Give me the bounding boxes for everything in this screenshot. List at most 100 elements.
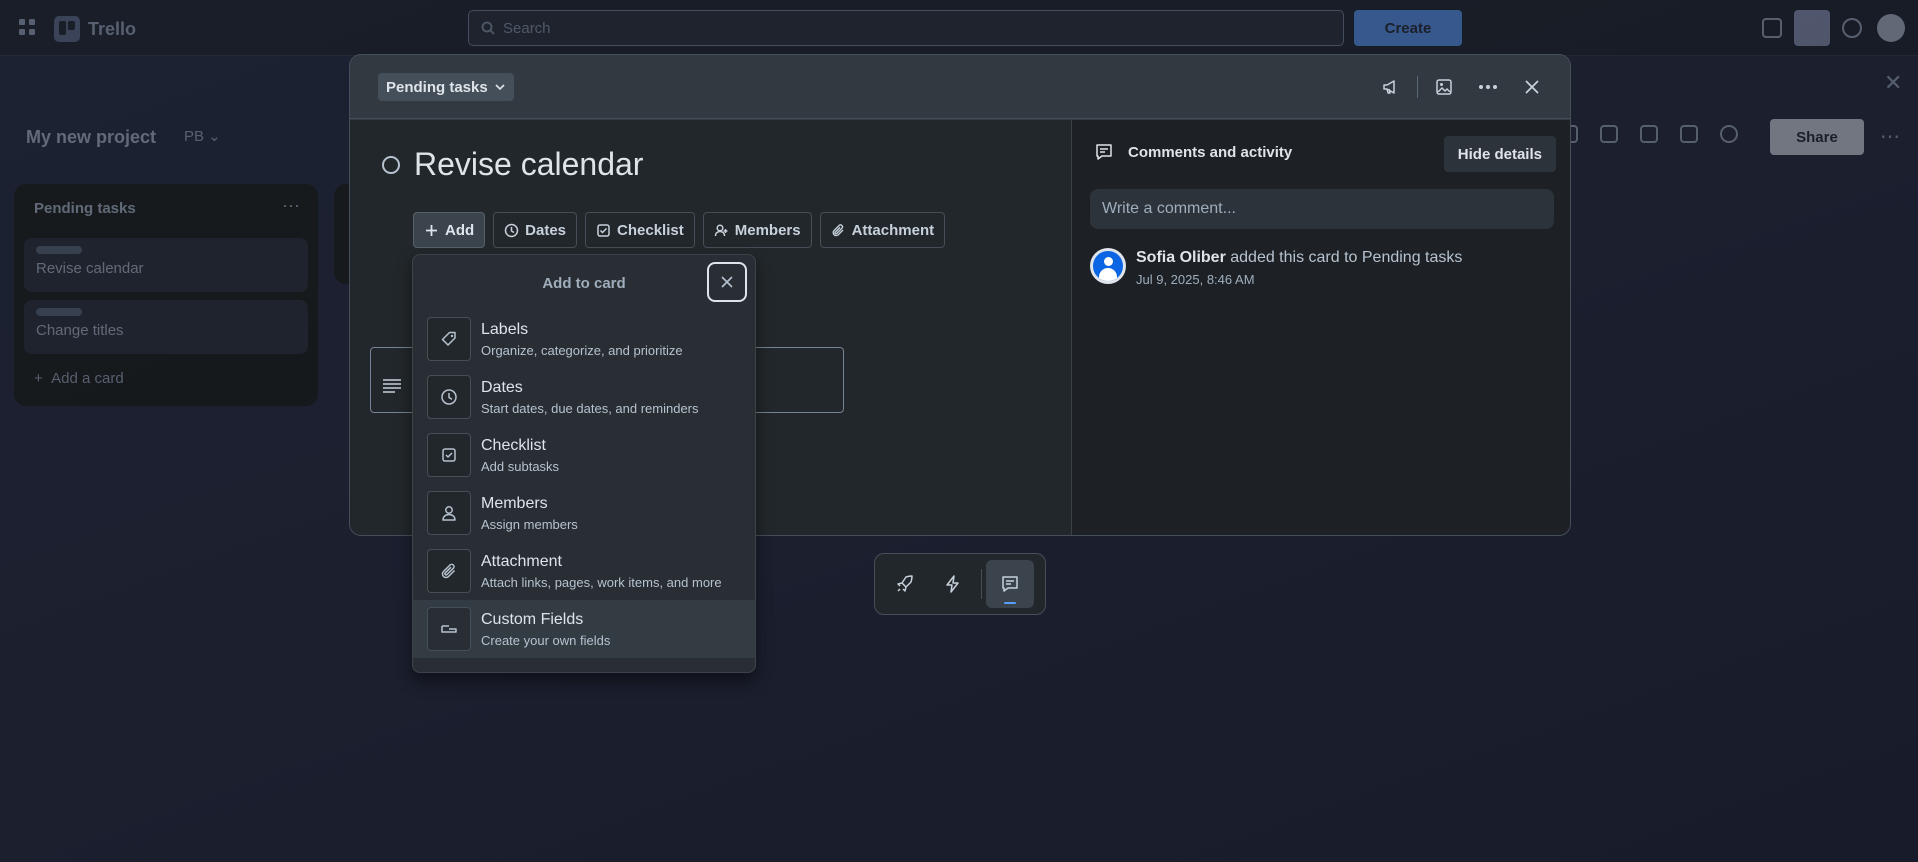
modal-header: Pending tasks <box>350 55 1570 119</box>
app-name: Trello <box>88 18 137 39</box>
option-description: Attach links, pages, work items, and mor… <box>481 574 722 590</box>
card-label-bar <box>36 246 82 254</box>
header-divider <box>1417 76 1418 98</box>
list-selector[interactable]: Pending tasks <box>378 73 514 101</box>
tag-icon <box>427 317 471 361</box>
card-actions: Add Dates Checklist Members Attachment <box>413 212 946 248</box>
clock-icon <box>504 223 519 237</box>
attachment-button[interactable]: Attachment <box>819 212 946 248</box>
search-placeholder: Search <box>503 19 551 37</box>
close-icon <box>721 276 733 288</box>
cover-image-icon[interactable] <box>1430 73 1458 101</box>
paperclip-icon <box>427 549 471 593</box>
option-description: Organize, categorize, and prioritize <box>481 342 683 358</box>
automation-button[interactable] <box>929 560 977 608</box>
lightning-icon <box>946 575 959 593</box>
share-button[interactable]: Share <box>1770 119 1864 155</box>
plus-icon <box>426 224 437 236</box>
trello-logo-icon <box>54 16 80 42</box>
clock-icon <box>427 375 471 419</box>
option-name: Attachment <box>481 552 562 570</box>
activity-user[interactable]: Sofia Oliber <box>1136 249 1226 266</box>
add-members-option[interactable]: Members Assign members <box>413 484 755 542</box>
search-icon <box>481 21 495 35</box>
list-more-icon[interactable]: ⋯ <box>282 196 300 217</box>
add-button-label: Add <box>445 221 475 239</box>
board-more-icon[interactable]: ⋯ <box>1880 124 1900 149</box>
comments-heading-label: Comments and activity <box>1128 143 1293 161</box>
more-options-icon[interactable] <box>1474 73 1502 101</box>
visibility-icon[interactable] <box>1720 125 1738 143</box>
comment-icon <box>1002 576 1018 592</box>
add-checklist-option[interactable]: Checklist Add subtasks <box>413 426 755 484</box>
hide-details-button[interactable]: Hide details <box>1443 136 1556 172</box>
power-ups-button[interactable] <box>881 560 929 608</box>
board-view-switcher[interactable]: PB ⌄ <box>184 127 221 145</box>
option-name: Checklist <box>481 436 546 454</box>
toolbar-divider <box>981 569 982 599</box>
add-custom-fields-option[interactable]: Custom Fields Create your own fields <box>413 600 755 658</box>
star-icon[interactable] <box>1680 125 1698 143</box>
add-attachment-option[interactable]: Attachment Attach links, pages, work ite… <box>413 542 755 600</box>
comments-toggle-button[interactable] <box>986 560 1034 608</box>
board-view-label: PB <box>184 128 205 145</box>
option-description: Create your own fields <box>481 632 611 648</box>
dates-button[interactable]: Dates <box>493 212 578 248</box>
list-card-title: Change titles <box>36 322 124 339</box>
share-label: Share <box>1796 128 1838 146</box>
megaphone-icon[interactable] <box>1377 73 1405 101</box>
mark-complete-checkbox[interactable] <box>382 156 400 174</box>
person-icon <box>427 491 471 535</box>
close-modal-icon[interactable] <box>1518 73 1546 101</box>
comment-icon <box>1096 144 1112 160</box>
search-input[interactable]: Search <box>468 10 1344 46</box>
list-pending-tasks: Pending tasks ⋯ Revise calendar Change t… <box>14 184 318 406</box>
banner-close-icon[interactable]: ✕ <box>1884 70 1902 96</box>
workspace-avatar[interactable] <box>1794 10 1830 46</box>
chevron-down-icon <box>495 84 505 91</box>
add-labels-option[interactable]: Labels Organize, categorize, and priorit… <box>413 310 755 368</box>
custom-field-icon <box>427 607 471 651</box>
activity-action: added this card to Pending tasks <box>1225 249 1463 266</box>
checklist-button-label: Checklist <box>617 221 684 239</box>
option-description: Add subtasks <box>481 458 560 474</box>
floating-toolbar <box>874 553 1046 615</box>
option-description: Start dates, due dates, and reminders <box>481 400 699 416</box>
help-icon[interactable] <box>1842 18 1862 38</box>
option-name: Dates <box>481 378 523 396</box>
comment-input[interactable]: Write a comment... <box>1090 189 1554 229</box>
comments-panel: Comments and activity Hide details Write… <box>1071 120 1570 535</box>
add-card-button[interactable]: + Add a card <box>34 370 124 387</box>
avatar[interactable] <box>1090 248 1126 284</box>
top-navigation-bar: Trello Search Create <box>0 0 1918 56</box>
add-card-label: Add a card <box>51 370 124 387</box>
list-card[interactable]: Change titles <box>24 300 308 354</box>
app-switcher-icon[interactable] <box>18 18 36 36</box>
add-to-card-popover: Add to card Labels Organize, categorize,… <box>412 254 756 673</box>
popover-close-button[interactable] <box>707 262 747 302</box>
checkbox-icon <box>427 433 471 477</box>
checklist-button[interactable]: Checklist <box>585 212 695 248</box>
add-button[interactable]: Add <box>413 212 486 248</box>
card-label-bar <box>36 308 82 316</box>
option-description: Assign members <box>481 516 578 532</box>
card-title[interactable]: Revise calendar <box>414 146 643 183</box>
add-dates-option[interactable]: Dates Start dates, due dates, and remind… <box>413 368 755 426</box>
option-name: Labels <box>481 320 529 338</box>
activity-text: Sofia Oliber added this card to Pending … <box>1136 248 1462 268</box>
members-button-label: Members <box>734 221 801 239</box>
create-button[interactable]: Create <box>1354 10 1462 46</box>
list-card[interactable]: Revise calendar <box>24 238 308 292</box>
list-title[interactable]: Pending tasks <box>34 200 136 217</box>
list-selector-label: Pending tasks <box>386 78 488 96</box>
trello-logo[interactable]: Trello <box>54 16 136 42</box>
rocket-icon <box>897 575 913 592</box>
option-name: Custom Fields <box>481 610 584 628</box>
megaphone-icon[interactable] <box>1762 18 1782 38</box>
automation-icon[interactable] <box>1600 125 1618 143</box>
board-title[interactable]: My new project <box>26 127 156 148</box>
filter-icon[interactable] <box>1640 125 1658 143</box>
members-button[interactable]: Members <box>702 212 812 248</box>
activity-timestamp[interactable]: Jul 9, 2025, 8:46 AM <box>1136 272 1462 287</box>
account-avatar[interactable] <box>1877 14 1905 42</box>
